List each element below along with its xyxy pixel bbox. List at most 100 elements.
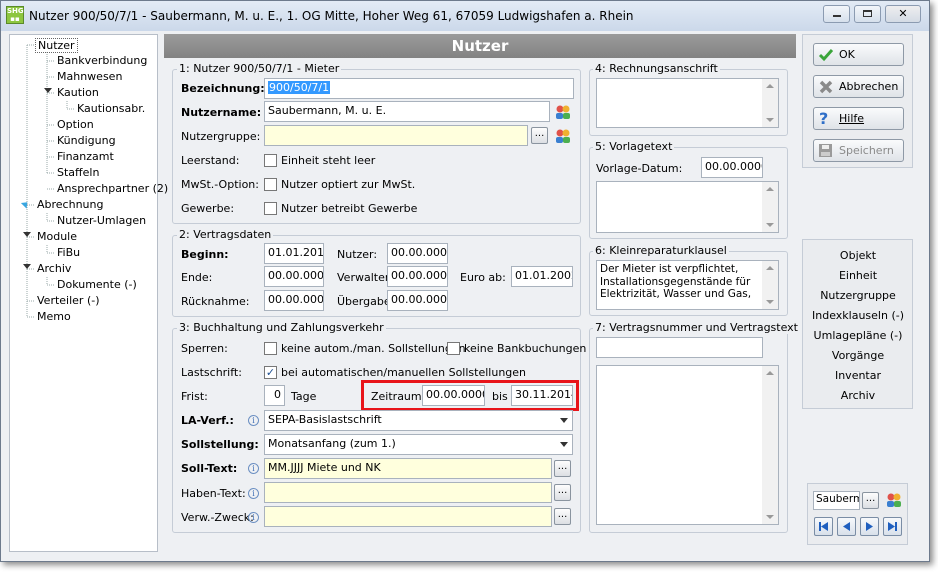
tree-item-ansprechpartner[interactable]: Ansprechpartner (2) [57, 182, 168, 195]
verwzweck-browse-button[interactable]: ... [554, 508, 571, 525]
next-record-button[interactable] [860, 517, 879, 536]
tree-item-kuendigung[interactable]: Kündigung [57, 134, 116, 147]
bezeichnung-value: 900/50/7/1 [268, 81, 331, 94]
solltext-info-icon[interactable]: i [248, 463, 259, 474]
collapse-icon[interactable] [44, 88, 52, 93]
uebergabe-label: Übergabe: [337, 295, 395, 308]
nav-objekt[interactable]: Objekt [804, 249, 912, 262]
gewerbe-checkbox[interactable] [264, 202, 277, 215]
tree-item-nutzer-umlagen[interactable]: Nutzer-Umlagen [57, 214, 146, 227]
tree-item-finanzamt[interactable]: Finanzamt [57, 150, 114, 163]
collapse-icon[interactable] [23, 264, 31, 269]
laverf-info-icon[interactable]: i [248, 415, 259, 426]
sperren-sollstellungen-checkbox[interactable] [264, 342, 277, 355]
verwzweck-info-icon[interactable]: i [248, 512, 259, 523]
bezeichnung-field[interactable]: 900/50/7/1 [264, 78, 574, 99]
previous-record-button[interactable] [837, 517, 856, 536]
nav-inventar[interactable]: Inventar [804, 369, 912, 382]
frist-field[interactable]: 0 [264, 385, 285, 406]
habentext-label: Haben-Text: [181, 487, 246, 500]
people-icon[interactable] [885, 491, 903, 509]
zeitraum-von-field[interactable]: 00.00.0000 [422, 385, 485, 406]
nav-nutzergruppe[interactable]: Nutzergruppe [804, 289, 912, 302]
ende-field[interactable]: 00.00.0000 [264, 266, 324, 287]
sollstellung-select[interactable]: Monatsanfang (zum 1.) [264, 434, 573, 455]
zeitraum-label: Zeitraum: [371, 390, 426, 403]
lastschrift-checkbox[interactable]: ✓ [264, 366, 277, 379]
close-button[interactable]: ✕ [885, 5, 921, 23]
nutzername-field[interactable]: Saubermann, M. u. E. [264, 101, 550, 122]
ok-button[interactable]: OK [813, 43, 904, 66]
scrollbar[interactable] [762, 79, 778, 127]
nutzer-date-field[interactable]: 00.00.0000 [387, 243, 448, 264]
nav-vorgaenge[interactable]: Vorgänge [804, 349, 912, 362]
leerstand-checkbox[interactable] [264, 154, 277, 167]
scrollbar[interactable] [762, 261, 778, 309]
rechnungsanschrift-textarea[interactable] [596, 78, 779, 128]
tree-item-mahnwesen[interactable]: Mahnwesen [57, 70, 122, 83]
tree-item-verteiler[interactable]: Verteiler (-) [37, 294, 100, 307]
nutzergruppe-label: Nutzergruppe: [181, 130, 261, 143]
tree-item-kautionsabr[interactable]: Kautionsabr. [77, 102, 145, 115]
tree-item-option[interactable]: Option [57, 118, 94, 131]
scroll-down-icon [766, 118, 774, 122]
habentext-info-icon[interactable]: i [248, 488, 259, 499]
abbrechen-button[interactable]: Abbrechen [813, 75, 904, 98]
tree-item-nutzer[interactable]: Nutzer [35, 38, 78, 53]
hilfe-button[interactable]: ? Hilfe [813, 107, 904, 130]
sperren-bankbuchungen-checkbox[interactable] [447, 342, 460, 355]
nav-einheit[interactable]: Einheit [804, 269, 912, 282]
maximize-button[interactable] [854, 5, 881, 23]
verwzweck-field[interactable] [264, 506, 552, 527]
vorlage-datum-field[interactable]: 00.00.0000 [701, 157, 763, 178]
sollstellung-value: Monatsanfang (zum 1.) [268, 437, 396, 450]
gewerbe-label: Gewerbe: [181, 202, 235, 215]
section-rechnungsanschrift-label: 4: Rechnungsanschrift [593, 62, 720, 75]
tree-item-module[interactable]: Module [37, 230, 77, 243]
tree-item-kaution[interactable]: Kaution [57, 86, 99, 99]
verwalter-field[interactable]: 00.00.0000 [387, 266, 448, 287]
record-search-browse-button[interactable]: ... [862, 492, 879, 509]
people-icon[interactable] [554, 127, 572, 145]
record-search-field[interactable]: Sauberm [813, 491, 860, 510]
nutzergruppe-browse-button[interactable]: ... [531, 127, 548, 144]
vertragsnummer-field[interactable] [596, 337, 763, 358]
tree-item-dokumente[interactable]: Dokumente (-) [57, 278, 137, 291]
solltext-field[interactable]: MM.JJJJ Miete und NK [264, 458, 552, 479]
speichern-button[interactable]: Speichern [813, 139, 904, 162]
zeitraum-bis-field[interactable]: 30.11.2014 [511, 385, 573, 406]
last-record-button[interactable] [883, 517, 902, 536]
tree-item-bankverbindung[interactable]: Bankverbindung [57, 54, 147, 67]
vertragstext-textarea[interactable] [596, 365, 779, 525]
mwst-checkbox[interactable] [264, 178, 277, 191]
tree-item-memo[interactable]: Memo [37, 310, 71, 323]
people-icon[interactable] [554, 103, 572, 121]
tree-item-fibu[interactable]: FiBu [57, 246, 80, 259]
ruecknahme-field[interactable]: 00.00.0000 [264, 290, 324, 311]
tree-item-archiv[interactable]: Archiv [37, 262, 71, 275]
solltext-browse-button[interactable]: ... [554, 460, 571, 477]
first-record-button[interactable] [814, 517, 833, 536]
minimize-button[interactable] [823, 5, 850, 23]
tree-item-staffeln[interactable]: Staffeln [57, 166, 99, 179]
window-title: Nutzer 900/50/7/1 - Saubermann, M. u. E.… [29, 9, 634, 23]
laverf-select[interactable]: SEPA-Basislastschrift [264, 410, 573, 431]
mwst-label: MwSt.-Option: [181, 178, 259, 191]
euro-field[interactable]: 01.01.2002 [511, 266, 573, 287]
nav-archiv[interactable]: Archiv [804, 389, 912, 402]
collapse-icon[interactable] [23, 232, 31, 237]
nav-umlageplaene[interactable]: Umlagepläne (-) [804, 329, 912, 342]
scrollbar[interactable] [762, 366, 778, 524]
habentext-field[interactable] [264, 482, 552, 503]
beginn-field[interactable]: 01.01.2010 [264, 243, 324, 264]
habentext-browse-button[interactable]: ... [554, 484, 571, 501]
mwst-text: Nutzer optiert zur MwSt. [281, 178, 416, 191]
laverf-value: SEPA-Basislastschrift [268, 413, 382, 426]
kleinreparatur-textarea[interactable]: Der Mieter ist verpflichtet, Installatio… [596, 260, 779, 310]
nav-indexklauseln[interactable]: Indexklauseln (-) [804, 309, 912, 322]
uebergabe-field[interactable]: 00.00.0000 [387, 290, 448, 311]
vorlagetext-textarea[interactable] [596, 181, 779, 233]
tree-item-abrechnung[interactable]: Abrechnung [37, 198, 103, 211]
scrollbar[interactable] [762, 182, 778, 232]
nutzergruppe-field[interactable] [264, 125, 528, 146]
